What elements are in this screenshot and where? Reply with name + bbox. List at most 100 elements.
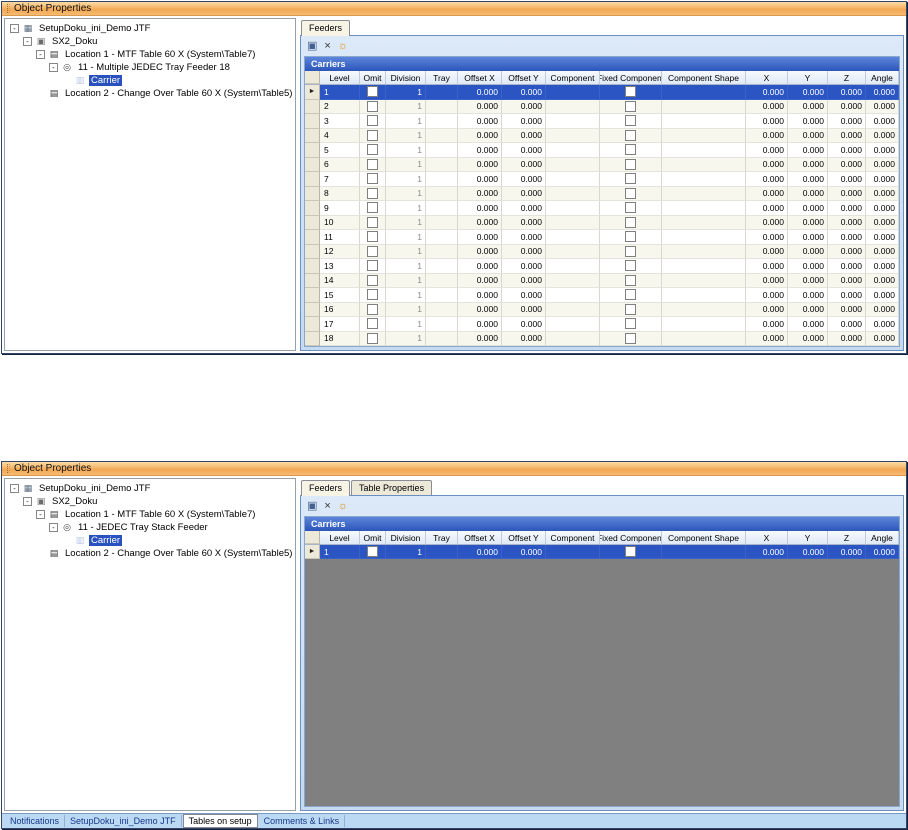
cell-level[interactable]: 4 (320, 129, 360, 144)
tree-expander-icon[interactable]: - (10, 24, 19, 33)
cell-x[interactable]: 0.000 (746, 230, 788, 245)
cell-division[interactable]: 1 (386, 303, 426, 318)
cell-offset-y[interactable]: 0.000 (502, 85, 546, 100)
cell-omit[interactable] (360, 303, 386, 318)
row-selector[interactable] (305, 100, 320, 115)
cell-fixed-component[interactable] (600, 274, 662, 289)
cell-x[interactable]: 0.000 (746, 172, 788, 187)
cell-z[interactable]: 0.000 (828, 332, 866, 347)
omit-checkbox[interactable] (367, 231, 378, 242)
cell-division[interactable]: 1 (386, 114, 426, 129)
cell-omit[interactable] (360, 332, 386, 347)
cell-offset-x[interactable]: 0.000 (458, 274, 502, 289)
cell-y[interactable]: 0.000 (788, 245, 828, 260)
cell-division[interactable]: 1 (386, 332, 426, 347)
grid-properties-icon[interactable]: ▣ (307, 501, 317, 512)
cell-offset-y[interactable]: 0.000 (502, 303, 546, 318)
cell-division[interactable]: 1 (386, 129, 426, 144)
cell-y[interactable]: 0.000 (788, 230, 828, 245)
cell-x[interactable]: 0.000 (746, 274, 788, 289)
fixed-component-checkbox[interactable] (625, 202, 636, 213)
tree-expander-icon[interactable]: - (49, 523, 58, 532)
cell-x[interactable]: 0.000 (746, 187, 788, 202)
tree-item-11-jedec-tray-stack-feeder[interactable]: -◎11 - JEDEC Tray Stack Feeder (5, 521, 295, 534)
row-selector[interactable] (305, 274, 320, 289)
omit-checkbox[interactable] (367, 289, 378, 300)
cell-z[interactable]: 0.000 (828, 259, 866, 274)
fixed-component-checkbox[interactable] (625, 246, 636, 257)
tree-item-location-1-mtf-table-60-x-system-table7[interactable]: -▤Location 1 - MTF Table 60 X (System\Ta… (5, 48, 295, 61)
fixed-component-checkbox[interactable] (625, 231, 636, 242)
cell-omit[interactable] (360, 85, 386, 100)
omit-checkbox[interactable] (367, 159, 378, 170)
cell-component[interactable] (546, 317, 600, 332)
fixed-component-checkbox[interactable] (625, 101, 636, 112)
cell-offset-y[interactable]: 0.000 (502, 274, 546, 289)
window-titlebar[interactable]: Object Properties (2, 462, 906, 476)
cell-component-shape[interactable] (662, 230, 746, 245)
cell-tray[interactable] (426, 85, 458, 100)
tree-item-setupdoku-ini-demo-jtf[interactable]: -▦SetupDoku_ini_Demo JTF (5, 22, 295, 35)
row-selector[interactable] (305, 259, 320, 274)
cell-tray[interactable] (426, 129, 458, 144)
cell-level[interactable]: 14 (320, 274, 360, 289)
cell-z[interactable]: 0.000 (828, 274, 866, 289)
settings-icon[interactable]: ☼ (338, 41, 348, 52)
cell-offset-x[interactable]: 0.000 (458, 143, 502, 158)
cell-component[interactable] (546, 201, 600, 216)
cell-division[interactable]: 1 (386, 230, 426, 245)
tree-item-location-1-mtf-table-60-x-system-table7[interactable]: -▤Location 1 - MTF Table 60 X (System\Ta… (5, 508, 295, 521)
column-header-offset-x[interactable]: Offset X (458, 71, 502, 84)
cell-component[interactable] (546, 288, 600, 303)
cell-level[interactable]: 10 (320, 216, 360, 231)
cell-division[interactable]: 1 (386, 85, 426, 100)
tab-feeders[interactable]: Feeders (301, 480, 350, 496)
cell-fixed-component[interactable] (600, 187, 662, 202)
cell-offset-x[interactable]: 0.000 (458, 259, 502, 274)
cell-offset-x[interactable]: 0.000 (458, 317, 502, 332)
cell-z[interactable]: 0.000 (828, 114, 866, 129)
cell-division[interactable]: 1 (386, 545, 426, 559)
cell-angle[interactable]: 0.000 (866, 85, 899, 100)
omit-checkbox[interactable] (367, 304, 378, 315)
row-selector[interactable] (305, 230, 320, 245)
cell-y[interactable]: 0.000 (788, 85, 828, 100)
column-header-x[interactable]: X (746, 531, 788, 544)
cell-omit[interactable] (360, 187, 386, 202)
cell-z[interactable]: 0.000 (828, 201, 866, 216)
row-selector[interactable] (305, 317, 320, 332)
fixed-component-checkbox[interactable] (625, 144, 636, 155)
cell-level[interactable]: 2 (320, 100, 360, 115)
grid-properties-icon[interactable]: ▣ (307, 41, 317, 52)
cell-angle[interactable]: 0.000 (866, 317, 899, 332)
column-header-level[interactable]: Level (320, 71, 360, 84)
cell-tray[interactable] (426, 114, 458, 129)
column-header-offset-y[interactable]: Offset Y (502, 71, 546, 84)
cell-z[interactable]: 0.000 (828, 317, 866, 332)
row-selector[interactable] (305, 143, 320, 158)
cell-component-shape[interactable] (662, 274, 746, 289)
cell-component[interactable] (546, 143, 600, 158)
cell-z[interactable]: 0.000 (828, 245, 866, 260)
cell-level[interactable]: 5 (320, 143, 360, 158)
tree-expander-icon[interactable]: - (10, 484, 19, 493)
omit-checkbox[interactable] (367, 188, 378, 199)
cell-y[interactable]: 0.000 (788, 187, 828, 202)
cell-z[interactable]: 0.000 (828, 100, 866, 115)
row-selector[interactable] (305, 114, 320, 129)
cell-z[interactable]: 0.000 (828, 216, 866, 231)
cell-offset-y[interactable]: 0.000 (502, 158, 546, 173)
cell-component-shape[interactable] (662, 259, 746, 274)
cell-component[interactable] (546, 100, 600, 115)
cell-component-shape[interactable] (662, 216, 746, 231)
column-header-y[interactable]: Y (788, 71, 828, 84)
cell-division[interactable]: 1 (386, 245, 426, 260)
window-titlebar[interactable]: Object Properties (2, 2, 906, 16)
cell-component-shape[interactable] (662, 303, 746, 318)
tree-item-carrier[interactable]: ▥Carrier (5, 534, 295, 547)
cell-tray[interactable] (426, 143, 458, 158)
omit-checkbox[interactable] (367, 173, 378, 184)
cell-component[interactable] (546, 332, 600, 347)
row-selector[interactable] (305, 187, 320, 202)
cell-angle[interactable]: 0.000 (866, 332, 899, 347)
